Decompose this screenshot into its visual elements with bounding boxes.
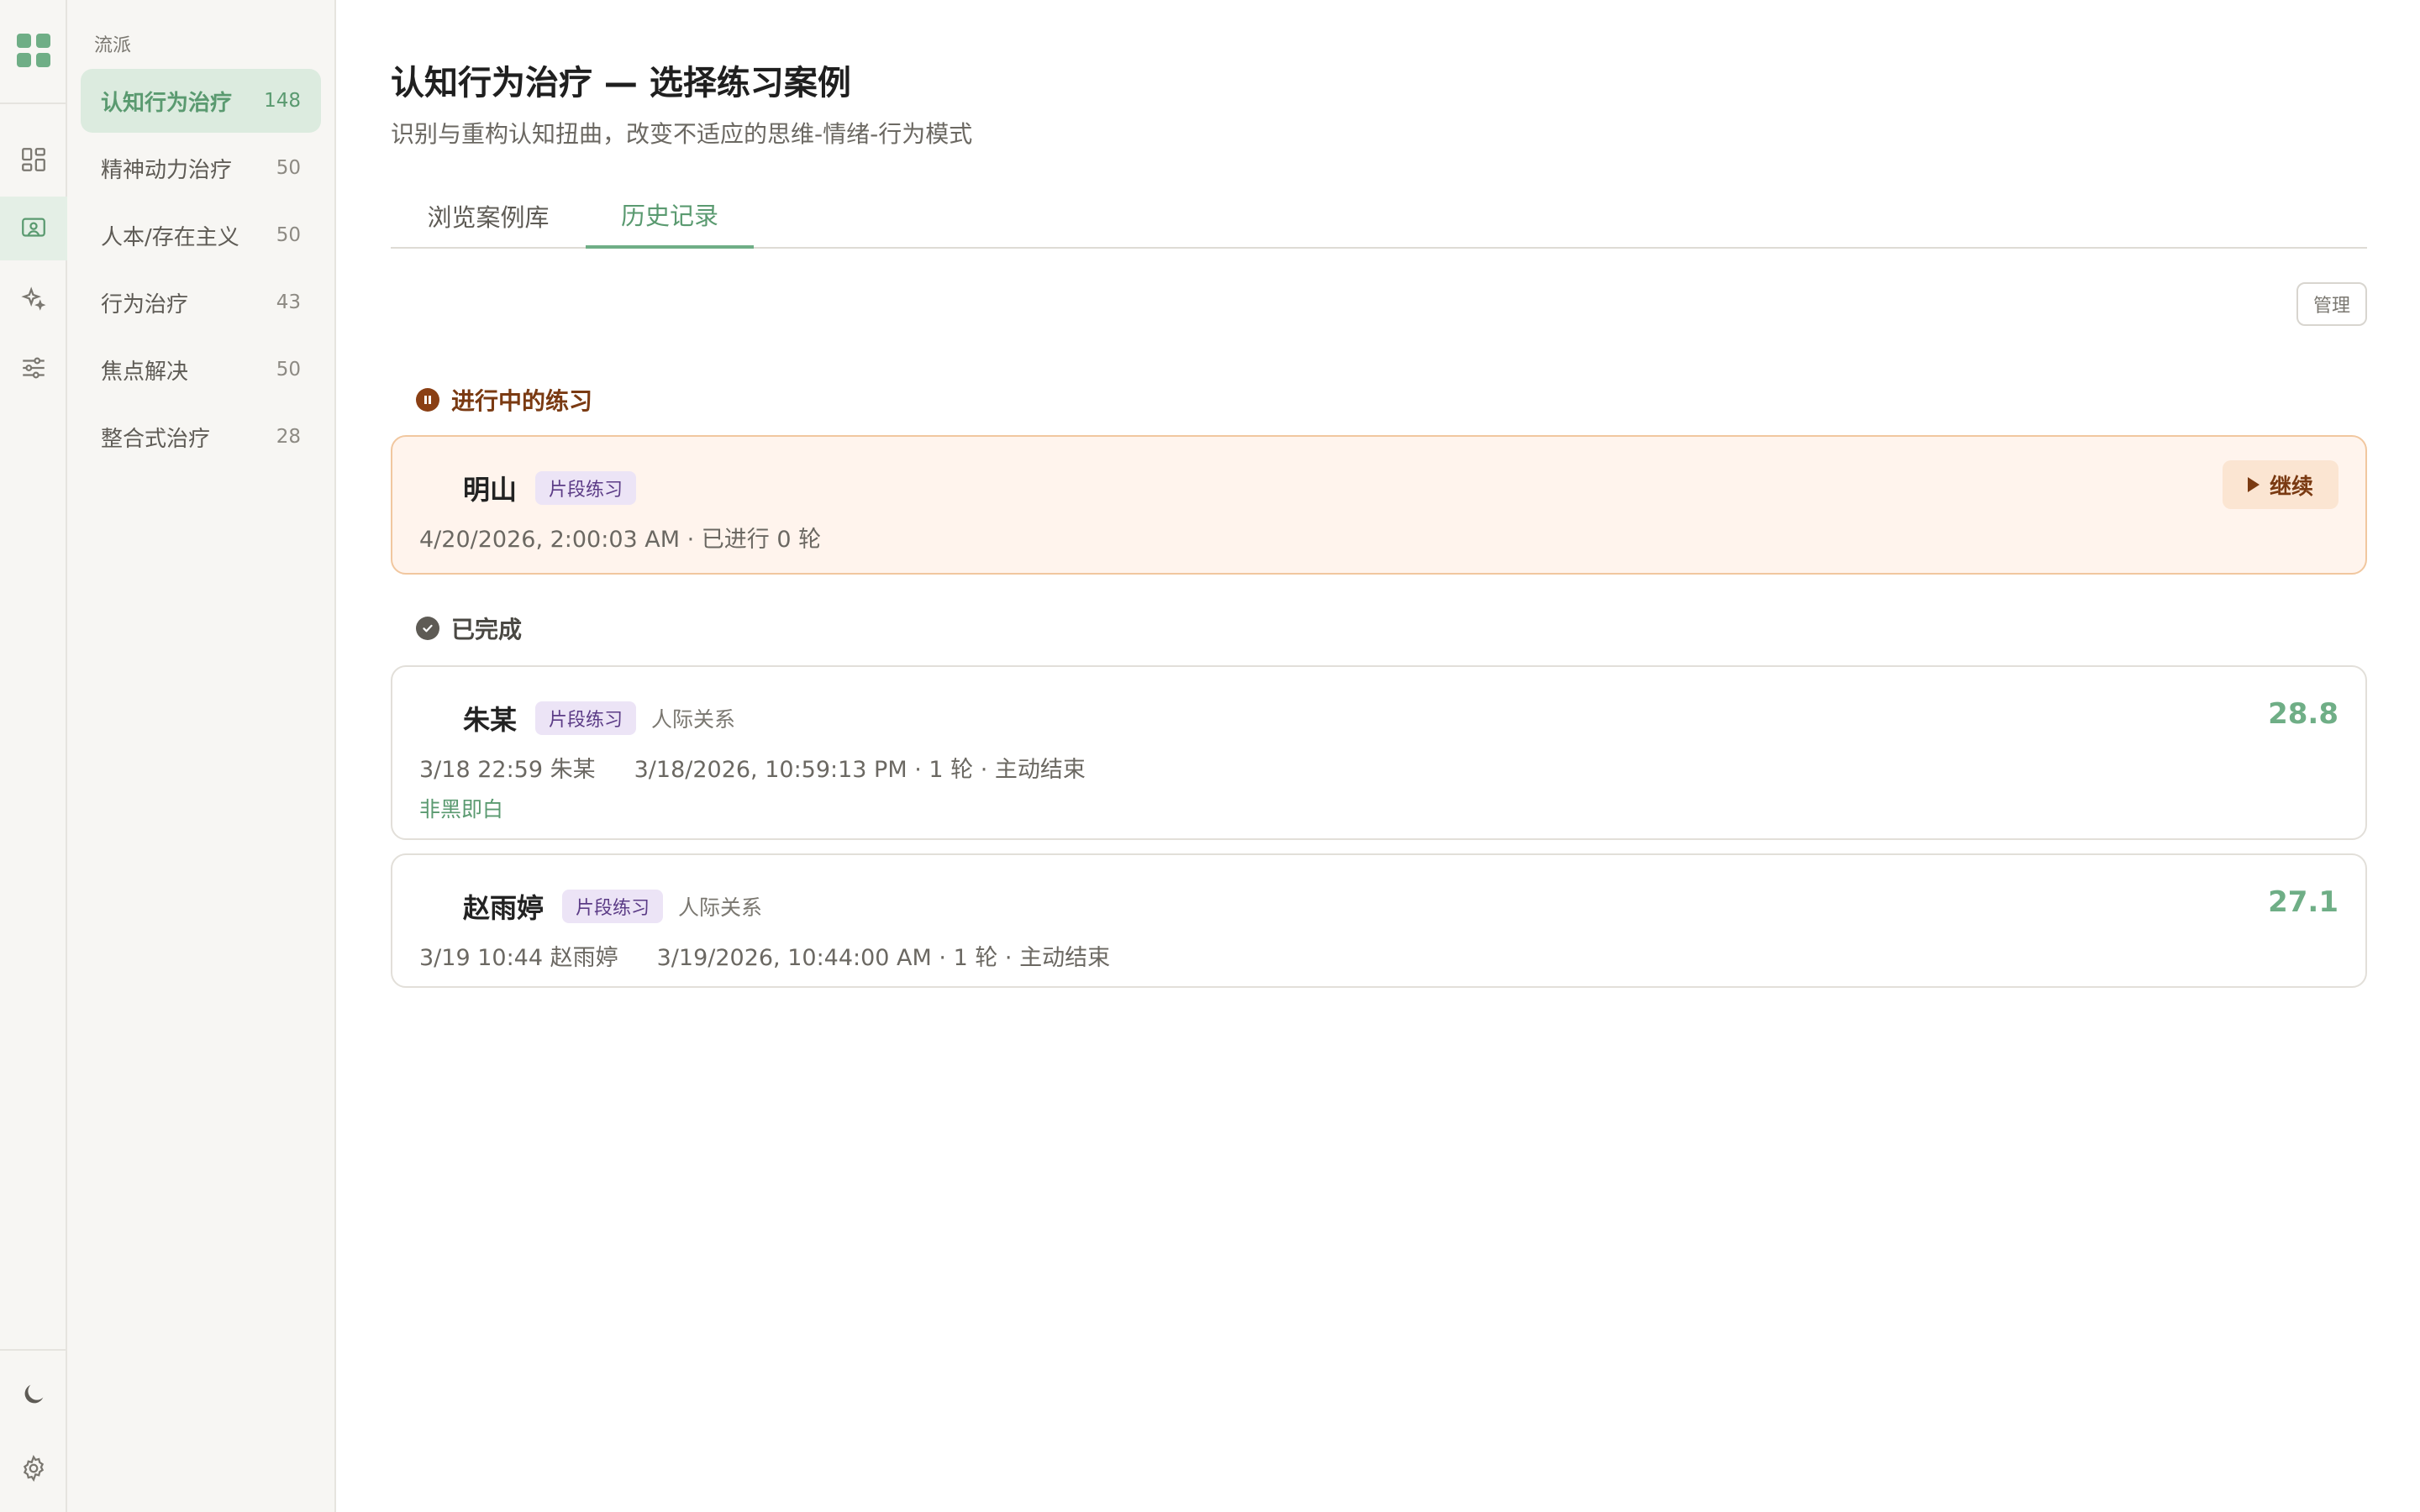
practice-type-tag: 片段练习: [562, 890, 664, 923]
sidebar-item-count: 50: [276, 224, 301, 246]
rail-divider: [0, 102, 67, 104]
card-header: 明山 片段练习: [463, 469, 651, 507]
completed-section-heading: 已完成: [416, 612, 522, 645]
distortion-tag: 非黑即白: [419, 797, 504, 822]
sparkle-icon[interactable]: [0, 267, 67, 331]
sidebar-item-label: 行为治疗: [101, 291, 189, 318]
gear-icon[interactable]: [0, 1436, 67, 1500]
practice-type-tag: 片段练习: [535, 701, 637, 735]
sidebar-item-solution-focused[interactable]: 焦点解决 50: [81, 338, 321, 402]
ongoing-heading-label: 进行中的练习: [451, 387, 593, 415]
session-score: 28.8: [2268, 697, 2338, 731]
sidebar-item-count: 50: [276, 359, 301, 381]
ongoing-session-card[interactable]: 明山 片段练习 4/20/2026, 2:00:03 AM · 已进行 0 轮 …: [391, 435, 2367, 575]
session-score: 27.1: [2268, 885, 2338, 919]
rail-divider-bottom: [0, 1349, 67, 1351]
sidebar-item-count: 148: [264, 90, 301, 112]
icon-rail: [0, 0, 67, 1512]
continue-label: 继续: [2269, 474, 2313, 500]
topic-label: 人际关系: [651, 707, 736, 732]
moon-icon[interactable]: [0, 1362, 67, 1426]
completed-heading-label: 已完成: [451, 616, 523, 643]
client-name: 朱某: [463, 704, 518, 736]
client-name: 明山: [463, 474, 518, 506]
sidebar-section-label: 流派: [94, 35, 132, 56]
sidebar-item-label: 人本/存在主义: [101, 224, 239, 250]
session-meta: 3/18/2026, 10:59:13 PM · 1 轮 · 主动结束: [634, 757, 1086, 783]
sidebar-item-count: 28: [276, 426, 301, 448]
app-logo-icon[interactable]: [17, 34, 50, 67]
ongoing-section-heading: 进行中的练习: [416, 383, 592, 417]
practice-type-tag: 片段练习: [535, 471, 637, 505]
app-root: 流派 认知行为治疗 148 精神动力治疗 50 人本/存在主义 50 行为治疗 …: [0, 0, 2420, 1512]
page-title: 认知行为治疗 — 选择练习案例: [391, 64, 851, 102]
topic-label: 人际关系: [678, 895, 763, 920]
completed-session-card[interactable]: 赵雨婷 片段练习 人际关系 3/19 10:44 赵雨婷 3/19/2026, 1…: [391, 853, 2367, 988]
sidebar-item-behavioral[interactable]: 行为治疗 43: [81, 270, 321, 334]
sidebar-item-psychodynamic[interactable]: 精神动力治疗 50: [81, 136, 321, 200]
sidebar-item-humanistic[interactable]: 人本/存在主义 50: [81, 203, 321, 267]
check-circle-icon: [416, 617, 439, 640]
category-sidebar: 流派 认知行为治疗 148 精神动力治疗 50 人本/存在主义 50 行为治疗 …: [67, 0, 336, 1512]
card-header: 赵雨婷 片段练习 人际关系: [463, 887, 762, 926]
client-name: 赵雨婷: [463, 892, 544, 924]
sliders-icon[interactable]: [0, 336, 67, 400]
tab-bar: 浏览案例库 历史记录: [391, 183, 2367, 249]
sidebar-item-cbt[interactable]: 认知行为治疗 148: [81, 69, 321, 133]
session-title: 3/19 10:44 赵雨婷: [419, 945, 618, 971]
completed-session-card[interactable]: 朱某 片段练习 人际关系 3/18 22:59 朱某 3/18/2026, 10:…: [391, 665, 2367, 840]
page-subtitle: 识别与重构认知扭曲，改变不适应的思维-情绪-行为模式: [391, 120, 973, 148]
tab-history[interactable]: 历史记录: [586, 183, 754, 249]
session-meta-row: 3/18 22:59 朱某 3/18/2026, 10:59:13 PM · 1 …: [419, 751, 1086, 784]
practice-icon[interactable]: [0, 197, 67, 260]
continue-button[interactable]: 继续: [2223, 460, 2338, 509]
dashboard-icon[interactable]: [0, 128, 67, 192]
sidebar-item-label: 认知行为治疗: [101, 90, 233, 116]
sidebar-item-count: 43: [276, 291, 301, 313]
session-title: 3/18 22:59 朱某: [419, 757, 596, 783]
manage-button[interactable]: 管理: [2296, 282, 2367, 326]
sidebar-item-count: 50: [276, 157, 301, 179]
sidebar-item-label: 精神动力治疗: [101, 157, 233, 183]
play-icon: [2247, 477, 2260, 492]
card-header: 朱某 片段练习 人际关系: [463, 699, 735, 738]
session-meta-row: 3/19 10:44 赵雨婷 3/19/2026, 10:44:00 AM · 1…: [419, 939, 1110, 972]
tab-browse-library[interactable]: 浏览案例库: [391, 183, 586, 249]
session-meta: 3/19/2026, 10:44:00 AM · 1 轮 · 主动结束: [656, 945, 1111, 971]
pause-icon: [416, 388, 439, 412]
sidebar-item-integrative[interactable]: 整合式治疗 28: [81, 405, 321, 469]
sidebar-item-label: 焦点解决: [101, 359, 189, 385]
sidebar-item-label: 整合式治疗: [101, 426, 211, 452]
session-meta: 4/20/2026, 2:00:03 AM · 已进行 0 轮: [419, 527, 822, 553]
